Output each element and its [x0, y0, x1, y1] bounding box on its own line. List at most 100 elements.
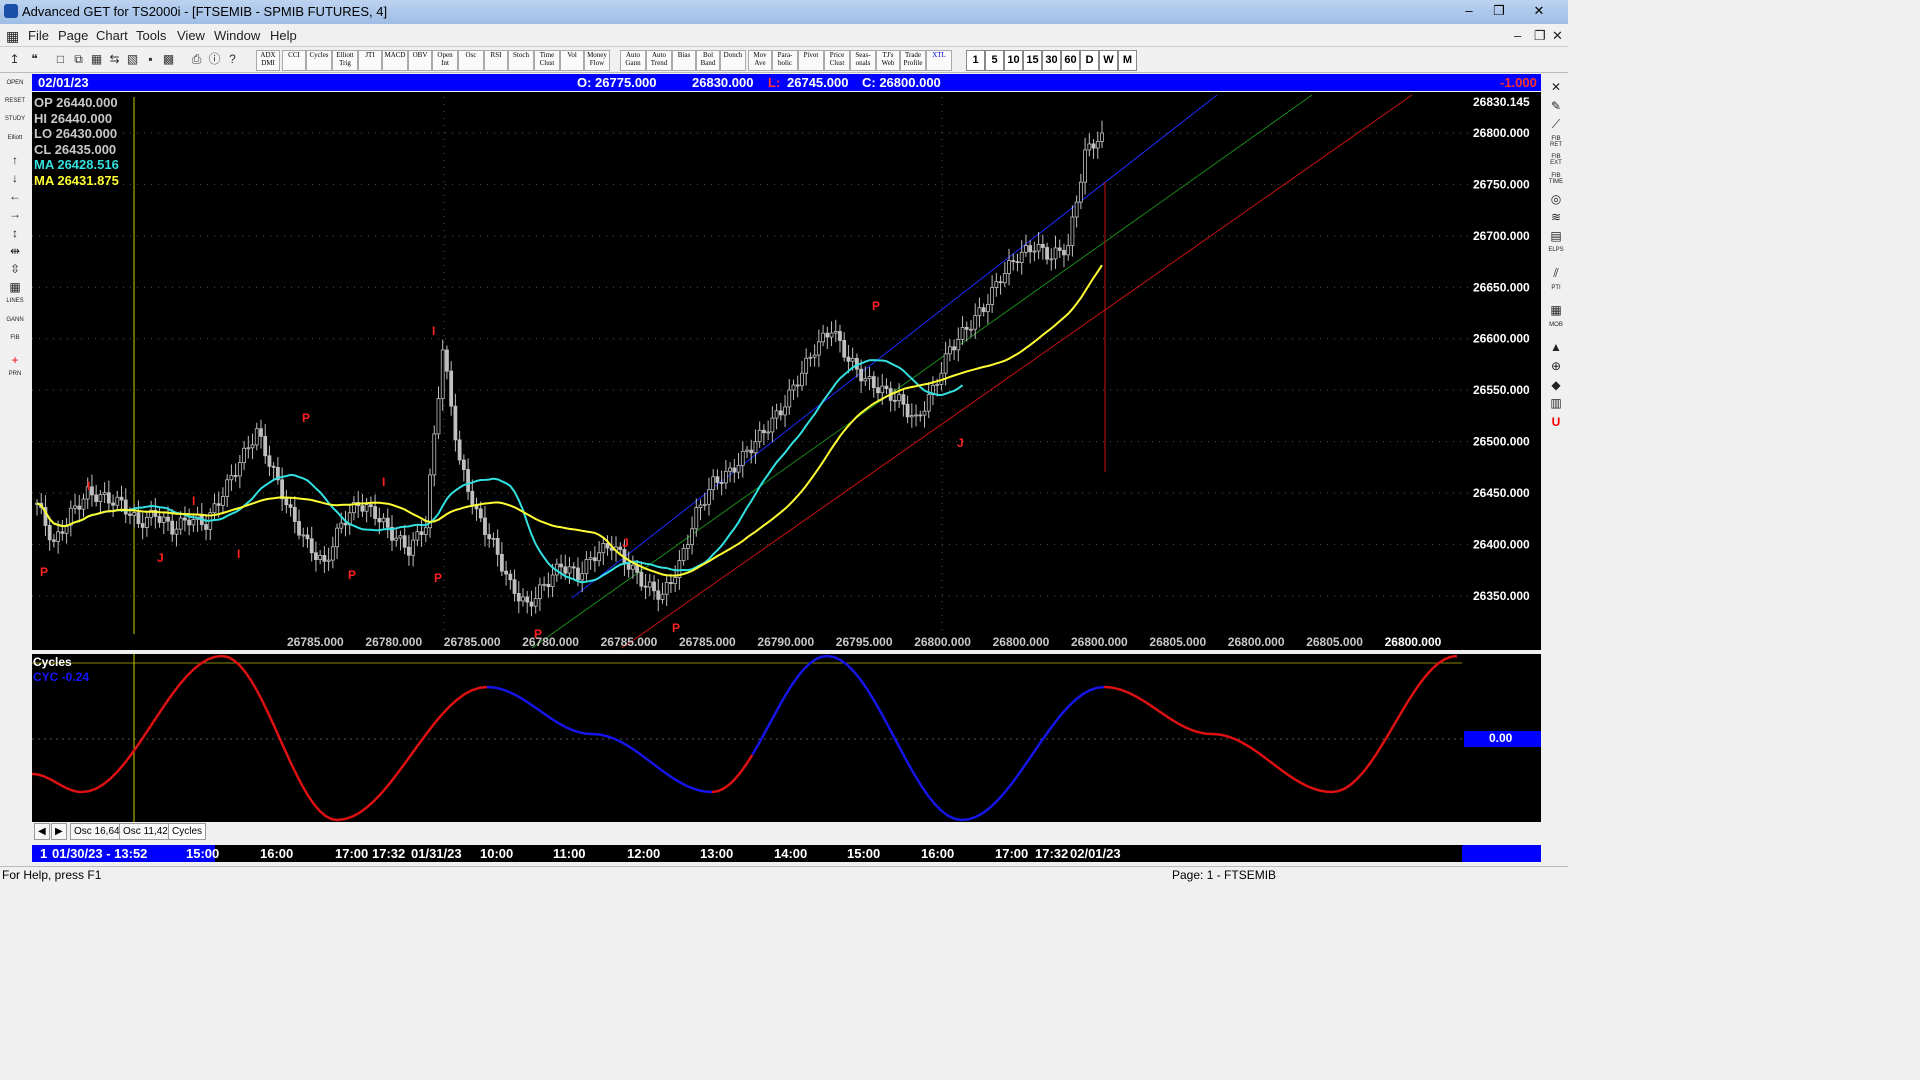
study-button-bol-band[interactable]: Bol Band — [696, 50, 720, 71]
study-button-vol[interactable]: Vol — [560, 50, 584, 71]
menu-window[interactable]: Window — [214, 28, 260, 43]
left-tool-reset[interactable]: RESET — [3, 98, 27, 114]
right-tool-mob[interactable]: MOB — [1546, 322, 1566, 338]
timeframe-button-15[interactable]: 15 — [1023, 50, 1042, 71]
left-tool-open[interactable]: OPEN — [3, 80, 27, 96]
quote-icon[interactable]: ❝ — [26, 51, 43, 68]
right-tool-icon-17[interactable]: ▥ — [1546, 396, 1566, 412]
study-button-cci[interactable]: CCI — [282, 50, 306, 71]
left-tool-elliott[interactable]: Elliott — [3, 135, 27, 151]
study-button-auto-gann[interactable]: Auto Gann — [620, 50, 646, 71]
left-tool-prn[interactable]: PRN — [3, 371, 27, 387]
right-tool-fib-ret[interactable]: FIB RET — [1546, 136, 1566, 152]
timeframe-button-5[interactable]: 5 — [985, 50, 1004, 71]
study-button-donch[interactable]: Donch — [720, 50, 746, 71]
right-tool-pti[interactable]: PTI — [1546, 285, 1566, 301]
tile-icon[interactable]: ▪ — [142, 51, 159, 68]
left-tool-icon-7[interactable]: → — [3, 207, 27, 223]
timeframe-button-1[interactable]: 1 — [966, 50, 985, 71]
price-chart[interactable]: PIJIPIPIPIPJPJP 26830.145 26800.000 26750.… — [32, 92, 1541, 650]
left-tool-icon-11[interactable]: ▦ — [3, 280, 27, 296]
right-tool-icon-1[interactable]: ✎ — [1546, 99, 1566, 115]
study-button-cycles[interactable]: Cycles — [306, 50, 332, 71]
tab-osc-11-42[interactable]: Osc 11,42 — [119, 823, 172, 840]
menu-file[interactable]: File — [28, 28, 49, 43]
right-tool-icon-2[interactable]: ⟋ — [1546, 117, 1566, 133]
child-restore-button[interactable]: ❐ — [1534, 28, 1546, 44]
child-close-button[interactable]: ✕ — [1552, 28, 1563, 44]
right-tool-icon-14[interactable]: ▲ — [1546, 340, 1566, 356]
info-icon[interactable]: ⓘ — [206, 51, 223, 68]
close-button[interactable]: ✕ — [1526, 2, 1552, 20]
study-button-time-clust[interactable]: Time Clust — [534, 50, 560, 71]
right-tool-icon-0[interactable]: ✕ — [1546, 80, 1566, 96]
study-button-osc[interactable]: Osc — [458, 50, 484, 71]
grid-icon[interactable]: ▩ — [160, 51, 177, 68]
tab-cycles[interactable]: Cycles — [168, 823, 207, 840]
copy-icon[interactable]: ⧉ — [70, 51, 87, 68]
study-button-mov-ave[interactable]: Mov Ave — [748, 50, 772, 71]
cycles-panel[interactable]: Cycles CYC -0.24 0.00 — [32, 654, 1541, 822]
left-tool-icon-9[interactable]: ⇹ — [3, 244, 27, 260]
left-tool-icon-10[interactable]: ⇳ — [3, 262, 27, 278]
minimize-button[interactable]: – — [1456, 2, 1482, 20]
left-tool-lines[interactable]: LINES — [3, 298, 27, 314]
link-icon[interactable]: ⇆ — [106, 51, 123, 68]
study-button-bias[interactable]: Bias — [672, 50, 696, 71]
left-tool-icon-15[interactable]: + — [3, 353, 27, 369]
tab-prev-arrow[interactable]: ◀ — [34, 823, 50, 840]
window-icon[interactable]: ▧ — [124, 51, 141, 68]
study-button-pivot[interactable]: Pivot — [798, 50, 824, 71]
menu-chart[interactable]: Chart — [96, 28, 128, 43]
study-button-rsi[interactable]: RSI — [484, 50, 508, 71]
timeframe-button-60[interactable]: 60 — [1061, 50, 1080, 71]
study-button-para-bolic[interactable]: Para- bolic — [772, 50, 798, 71]
print-icon[interactable]: ⎙ — [188, 51, 205, 68]
timeframe-button-m[interactable]: M — [1118, 50, 1137, 71]
pointer-icon[interactable]: ↥ — [6, 51, 23, 68]
study-button-money-flow[interactable]: Money Flow — [584, 50, 610, 71]
doc-icon[interactable]: ▦ — [6, 28, 19, 45]
study-button-open-int[interactable]: Open Int — [432, 50, 458, 71]
tab-osc-16-64[interactable]: Osc 16,64 — [70, 823, 124, 840]
layout-icon[interactable]: ▦ — [88, 51, 105, 68]
study-button-tj-s-web[interactable]: TJ's Web — [876, 50, 900, 71]
left-tool-icon-8[interactable]: ↕ — [3, 226, 27, 242]
maximize-button[interactable]: ❐ — [1486, 2, 1512, 20]
timeframe-button-w[interactable]: W — [1099, 50, 1118, 71]
timeframe-button-d[interactable]: D — [1080, 50, 1099, 71]
left-tool-icon-5[interactable]: ↓ — [3, 171, 27, 187]
context-help-icon[interactable]: ? — [224, 51, 241, 68]
right-tool-icon-10[interactable]: ⫽ — [1546, 266, 1566, 282]
study-button-elliott-trig[interactable]: Elliott Trig — [332, 50, 358, 71]
right-tool-icon-7[interactable]: ≋ — [1546, 210, 1566, 226]
study-button-jti[interactable]: JTI — [358, 50, 382, 71]
study-button-macd[interactable]: MACD — [382, 50, 408, 71]
left-tool-fib[interactable]: FIB — [3, 335, 27, 351]
study-button-obv[interactable]: OBV — [408, 50, 432, 71]
new-page-icon[interactable]: □ — [52, 51, 69, 68]
left-tool-study[interactable]: STUDY — [3, 116, 27, 132]
child-minimize-button[interactable]: – — [1514, 28, 1521, 43]
study-button-stoch[interactable]: Stoch — [508, 50, 534, 71]
left-tool-gann[interactable]: GANN — [3, 317, 27, 333]
menu-view[interactable]: View — [177, 28, 205, 43]
right-tool-fib-time[interactable]: FIB TIME — [1546, 173, 1566, 189]
left-tool-icon-4[interactable]: ↑ — [3, 153, 27, 169]
right-tool-icon-16[interactable]: ◆ — [1546, 378, 1566, 394]
menu-page[interactable]: Page — [58, 28, 88, 43]
menu-tools[interactable]: Tools — [136, 28, 166, 43]
menu-help[interactable]: Help — [270, 28, 297, 43]
study-button-seas-onals[interactable]: Seas- onals — [850, 50, 876, 71]
study-button-auto-trend[interactable]: Auto Trend — [646, 50, 672, 71]
right-tool-icon-8[interactable]: ▤ — [1546, 229, 1566, 245]
study-button-adx-dmi[interactable]: ADX DMI — [256, 50, 280, 71]
left-tool-icon-6[interactable]: ← — [3, 189, 27, 205]
right-tool-u[interactable]: U — [1546, 415, 1566, 431]
study-button-xtl[interactable]: XTL — [926, 50, 952, 71]
right-tool-icon-6[interactable]: ◎ — [1546, 192, 1566, 208]
right-tool-fib-ext[interactable]: FIB EXT — [1546, 154, 1566, 170]
right-tool-icon-12[interactable]: ▦ — [1546, 303, 1566, 319]
right-tool-icon-15[interactable]: ⊕ — [1546, 359, 1566, 375]
study-button-trade-profile[interactable]: Trade Profile — [900, 50, 926, 71]
